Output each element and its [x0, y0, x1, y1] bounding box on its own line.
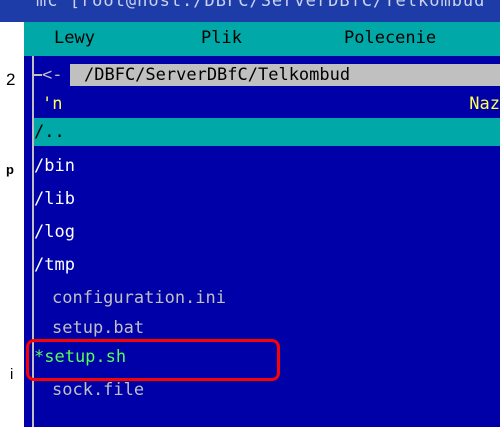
annotation-highlight-box: [26, 339, 280, 381]
background-window: 2 p i: [0, 22, 24, 427]
file-entry-parent-dir[interactable]: /..: [34, 118, 500, 146]
file-entry-configuration-ini[interactable]: configuration.ini: [34, 282, 500, 315]
column-header-name[interactable]: Naz: [469, 92, 500, 116]
file-entry-dir-tmp[interactable]: /tmp: [34, 249, 500, 282]
file-entry-dir-log[interactable]: /log: [34, 216, 500, 249]
current-path: /DBFC/ServerDBfC/Telkombud: [70, 64, 500, 86]
panel-border-corner: [32, 74, 42, 76]
file-entry-setup-bat[interactable]: setup.bat: [34, 315, 500, 341]
menu-item-command[interactable]: Polecenie: [344, 26, 436, 50]
window-title: mc [root@host:/DBFC/ServerDBfC/Telkombud: [36, 0, 486, 11]
window-title-bar: mc [root@host:/DBFC/ServerDBfC/Telkombud: [0, 0, 500, 22]
history-arrow-icon[interactable]: <-: [42, 64, 62, 86]
column-header-sort[interactable]: 'n: [42, 92, 62, 116]
menu-item-left[interactable]: Lewy: [54, 26, 95, 50]
menu-bar: Lewy Plik Polecenie: [24, 22, 500, 56]
background-text-fragment: p: [6, 162, 14, 177]
file-entry-dir-lib[interactable]: /lib: [34, 183, 500, 216]
file-entry-dir-bin[interactable]: /bin: [34, 150, 500, 183]
background-text-fragment: i: [10, 366, 14, 383]
column-header: 'n Naz: [34, 92, 500, 116]
background-text-fragment: 2: [6, 70, 16, 89]
menu-item-file[interactable]: Plik: [201, 26, 242, 50]
